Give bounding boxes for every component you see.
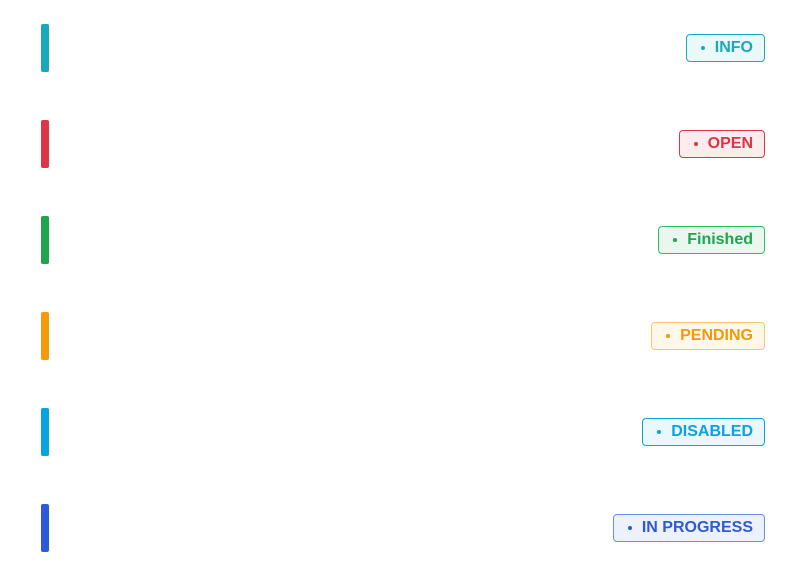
bullet-dot-icon <box>657 430 662 434</box>
status-accent-bar <box>41 504 49 552</box>
bullet-dot-icon <box>666 334 671 338</box>
status-row-finished: Finished <box>0 216 806 264</box>
bullet-dot-icon <box>673 238 678 242</box>
status-list: INFO OPEN Finished PENDING DISABLED IN P… <box>0 0 806 576</box>
status-accent-bar <box>41 312 49 360</box>
status-badge-label: Finished <box>687 231 753 248</box>
status-accent-bar <box>41 216 49 264</box>
status-accent-bar <box>41 24 49 72</box>
status-row-info: INFO <box>0 24 806 72</box>
status-row-in-progress: IN PROGRESS <box>0 504 806 552</box>
status-accent-bar <box>41 120 49 168</box>
status-badge-label: INFO <box>714 39 753 56</box>
status-badge-open: OPEN <box>678 130 765 158</box>
bullet-dot-icon <box>700 46 705 50</box>
bullet-dot-icon <box>627 526 632 530</box>
status-badge-info: INFO <box>685 34 765 62</box>
status-badge-label: DISABLED <box>671 423 753 440</box>
status-badge-label: PENDING <box>680 327 753 344</box>
status-row-disabled: DISABLED <box>0 408 806 456</box>
status-badge-label: IN PROGRESS <box>641 519 753 536</box>
status-badge-finished: Finished <box>658 226 765 254</box>
status-badge-pending: PENDING <box>651 322 765 350</box>
status-row-pending: PENDING <box>0 312 806 360</box>
status-badge-label: OPEN <box>707 135 753 152</box>
status-badge-disabled: DISABLED <box>642 418 765 446</box>
status-row-open: OPEN <box>0 120 806 168</box>
status-accent-bar <box>41 408 49 456</box>
status-badge-in-progress: IN PROGRESS <box>612 514 765 542</box>
bullet-dot-icon <box>693 142 698 146</box>
